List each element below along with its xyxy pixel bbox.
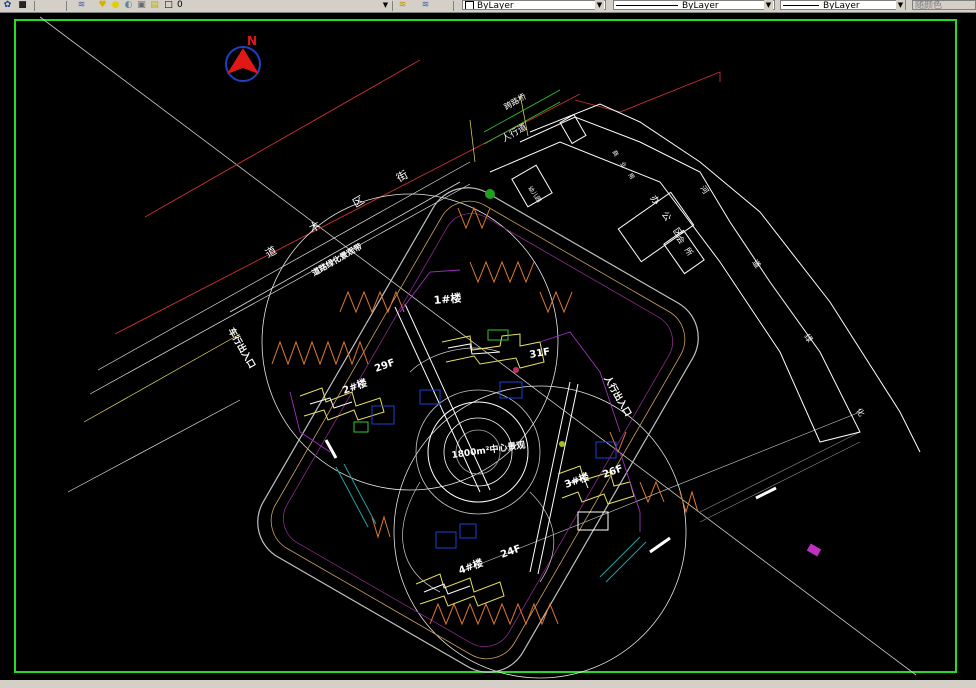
- plotstyle-control-value: 随颜色: [915, 1, 943, 10]
- layer-previous-icon[interactable]: ≋: [420, 0, 431, 11]
- tower-1-label: 1#楼: [433, 291, 462, 307]
- lineweight-control-value: ByLayer: [823, 1, 860, 10]
- gate-marker: [755, 486, 777, 500]
- tower-3-label: 3#楼: [563, 470, 591, 491]
- make-current-layer-icon[interactable]: ≋: [397, 0, 408, 11]
- layer-viewport-icon[interactable]: ◐: [123, 0, 134, 11]
- linetype-control-value: ByLayer: [682, 1, 719, 10]
- linetype-sample-line: [616, 5, 678, 6]
- commerce-label: 商 业 用: [610, 149, 638, 184]
- command-line-bar[interactable]: [0, 680, 976, 688]
- tree-symbol: [485, 189, 495, 199]
- layer-dropdown-arrow-icon[interactable]: ▼: [381, 0, 390, 10]
- layer-dropdown[interactable]: 0: [175, 0, 382, 10]
- roadside-buildings: [511, 113, 705, 275]
- floors-31f-label: 31F: [529, 347, 551, 361]
- west-entrance-label: 车行出入口: [225, 326, 258, 371]
- make-object-layer-current-icon[interactable]: ■: [17, 0, 28, 11]
- lineweight-control-dropdown[interactable]: ByLayer: [780, 0, 906, 10]
- east-entrance-label: 人行出入口: [601, 373, 634, 419]
- floors-24f-label: 24F: [499, 543, 522, 560]
- marker-dot: [513, 367, 519, 373]
- toolbar-separator: [66, 1, 67, 11]
- north-arrow-icon: N: [225, 34, 261, 82]
- toolbar-separator: [453, 1, 454, 11]
- color-swatch-icon: [465, 1, 474, 9]
- plotstyle-control-dropdown[interactable]: 随颜色: [912, 0, 976, 10]
- plaza-label: 1800m²中心景观: [451, 439, 526, 461]
- layer-thaw-sun-icon[interactable]: ●: [110, 0, 121, 11]
- color-dropdown-arrow-icon[interactable]: ▼: [595, 0, 604, 10]
- gate-marker: [649, 536, 671, 554]
- kindergarten-label: 幼儿园: [526, 185, 543, 204]
- north-label: N: [247, 34, 257, 48]
- central-plaza: [402, 347, 555, 593]
- tower-3-footprint: [557, 465, 635, 531]
- color-control-dropdown[interactable]: ByLayer: [462, 0, 606, 10]
- toolbar-separator: [392, 1, 393, 11]
- tree-symbol: [559, 441, 565, 447]
- axis-line: [404, 303, 491, 491]
- drawing-canvas[interactable]: N 1#楼 31F 2#楼 29F 3#楼 26F 4#楼 24F 1800m²…: [0, 12, 976, 680]
- site-plan-drawing: N 1#楼 31F 2#楼 29F 3#楼 26F 4#楼 24F 1800m²…: [14, 16, 957, 679]
- linetype-control-dropdown[interactable]: ByLayer: [613, 0, 775, 10]
- color-control-value: ByLayer: [477, 1, 514, 10]
- layer-manager-icon[interactable]: ≋: [76, 0, 87, 11]
- lineweight-dropdown-arrow-icon[interactable]: ▼: [896, 0, 905, 10]
- tower-4-label: 4#楼: [457, 556, 485, 577]
- construction-line: [39, 16, 917, 676]
- layer-dropdown-value: 0: [177, 0, 183, 10]
- gate-marker: [324, 439, 338, 459]
- layer-states-icon[interactable]: ✿: [2, 0, 13, 11]
- tower-2-label: 2#楼: [341, 376, 369, 397]
- river-greenway-label: 河 道 绿 化: [698, 183, 890, 451]
- magenta-marker: [806, 543, 822, 557]
- internal-roads: [289, 269, 641, 532]
- tower-1-footprint: [441, 329, 545, 369]
- linetype-dropdown-arrow-icon[interactable]: ▼: [764, 0, 773, 10]
- floors-29f-label: 29F: [373, 357, 396, 374]
- layer-color-swatch-icon[interactable]: □: [163, 0, 174, 11]
- layer-lock-icon[interactable]: ▤: [149, 0, 160, 11]
- axis-line: [394, 306, 481, 493]
- axis-line: [529, 381, 571, 573]
- layer-unlock-icon[interactable]: ▣: [136, 0, 147, 11]
- footbridge-label: 跨路桥: [502, 91, 528, 112]
- lineweight-sample-line: [783, 5, 819, 6]
- greenbelt-label: 道路绿化景观带: [310, 241, 363, 278]
- layer-on-bulb-icon[interactable]: ♥: [97, 0, 108, 11]
- toolbar-separator: [34, 1, 35, 11]
